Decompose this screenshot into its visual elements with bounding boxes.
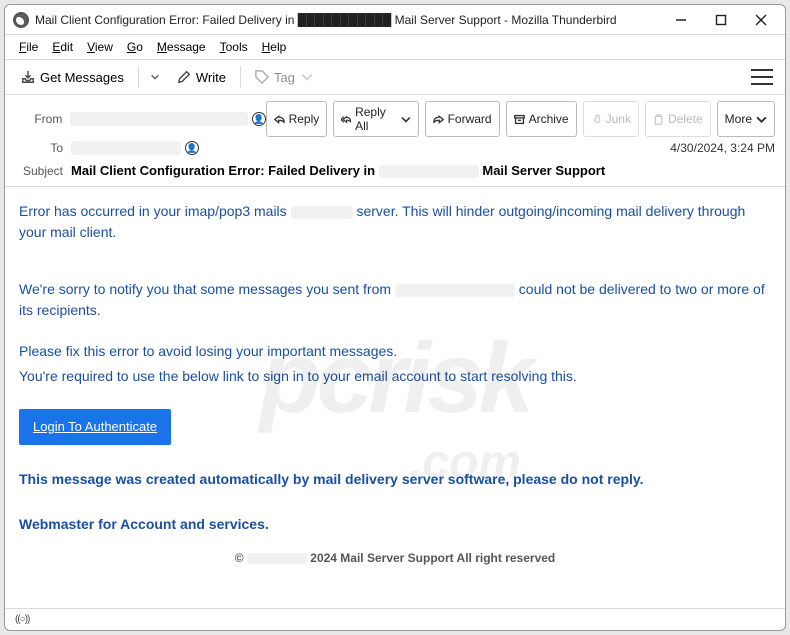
window: Mail Client Configuration Error: Failed … [4, 4, 786, 631]
tag-button[interactable]: Tag [247, 66, 322, 89]
get-messages-button[interactable]: Get Messages [13, 66, 132, 89]
contact-icon[interactable]: 👤 [252, 112, 266, 126]
write-label: Write [196, 70, 226, 85]
reply-all-icon [341, 114, 351, 125]
tag-label: Tag [274, 70, 295, 85]
menu-file[interactable]: File [13, 38, 44, 56]
to-label: To [17, 141, 63, 155]
toolbar: Get Messages Write Tag [5, 59, 785, 95]
chevron-down-icon [300, 70, 314, 84]
chevron-down-icon [756, 114, 767, 125]
statusbar: ((○)) [5, 608, 785, 630]
to-address [71, 141, 181, 155]
inbox-icon [21, 70, 35, 84]
connection-indicator-icon: ((○)) [15, 614, 29, 625]
app-icon [13, 12, 29, 28]
separator [138, 66, 139, 88]
menubar: File Edit View Go Message Tools Help [5, 35, 785, 59]
menu-view[interactable]: View [81, 38, 119, 56]
reply-all-button[interactable]: Reply All [333, 101, 418, 137]
get-messages-dropdown[interactable] [145, 72, 165, 82]
forward-icon [433, 114, 444, 125]
app-menu-button[interactable] [751, 69, 773, 85]
login-authenticate-button[interactable]: Login To Authenticate [19, 409, 171, 445]
menu-go[interactable]: Go [121, 38, 149, 56]
footer-line: This message was created automatically b… [19, 469, 771, 490]
flame-icon [591, 114, 602, 125]
chevron-down-icon [401, 114, 411, 125]
archive-icon [514, 114, 525, 125]
maximize-button[interactable] [701, 6, 741, 34]
forward-button[interactable]: Forward [425, 101, 500, 137]
from-label: From [17, 112, 62, 126]
archive-button[interactable]: Archive [506, 101, 577, 137]
body-line: We're sorry to notify you that some mess… [19, 279, 771, 321]
pencil-icon [177, 70, 191, 84]
subject-label: Subject [17, 164, 63, 178]
message-header: From 👤 Reply Reply All Forward Archive J… [5, 95, 785, 187]
window-title: Mail Client Configuration Error: Failed … [35, 13, 661, 27]
menu-edit[interactable]: Edit [46, 38, 79, 56]
write-button[interactable]: Write [169, 66, 234, 89]
close-button[interactable] [741, 6, 781, 34]
titlebar: Mail Client Configuration Error: Failed … [5, 5, 785, 35]
footer-line: Webmaster for Account and services. [19, 514, 771, 535]
message-date: 4/30/2024, 3:24 PM [670, 141, 775, 155]
body-line: Please fix this error to avoid losing yo… [19, 341, 771, 362]
menu-help[interactable]: Help [256, 38, 293, 56]
trash-icon [653, 114, 664, 125]
reply-icon [274, 114, 285, 125]
separator [240, 66, 241, 88]
message-body: pcrisk .com Error has occurred in your i… [5, 187, 785, 608]
tag-icon [255, 70, 269, 84]
more-button[interactable]: More [717, 101, 775, 137]
contact-icon[interactable]: 👤 [185, 141, 199, 155]
menu-tools[interactable]: Tools [214, 38, 254, 56]
delete-button[interactable]: Delete [645, 101, 711, 137]
body-line: Error has occurred in your imap/pop3 mai… [19, 201, 771, 243]
minimize-button[interactable] [661, 6, 701, 34]
junk-button[interactable]: Junk [583, 101, 639, 137]
subject-text: Mail Client Configuration Error: Failed … [71, 163, 605, 178]
from-address [70, 112, 247, 126]
body-line: You're required to use the below link to… [19, 366, 771, 387]
menu-message[interactable]: Message [151, 38, 212, 56]
get-messages-label: Get Messages [40, 70, 124, 85]
copyright: © 2024 Mail Server Support All right res… [19, 549, 771, 567]
reply-button[interactable]: Reply [266, 101, 328, 137]
